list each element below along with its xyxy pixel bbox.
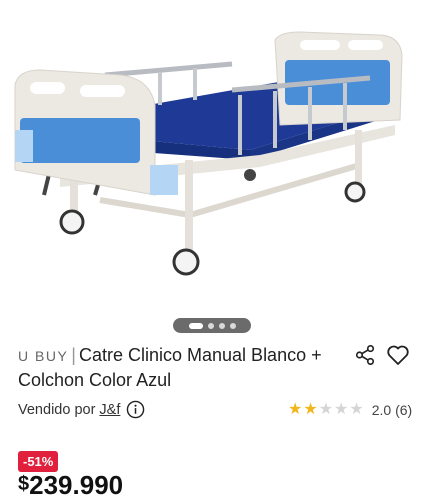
price-amount: 239.990	[29, 470, 124, 500]
star-icon: ★	[303, 401, 318, 418]
product-title: U BUY | Catre Clinico Manual Blanco + Colc…	[18, 343, 348, 392]
star-icon: ★	[288, 401, 303, 418]
heart-icon[interactable]	[386, 344, 410, 366]
seller-info: Vendido por J&f	[18, 400, 145, 419]
brand-separator: |	[71, 345, 76, 365]
rating-count: (6)	[395, 402, 413, 418]
carousel-dot[interactable]	[218, 322, 225, 329]
discount-badge: -51%	[18, 451, 59, 472]
star-rating: ★ ★ ★ ★ ★	[288, 402, 364, 418]
carousel-dot[interactable]	[207, 322, 214, 329]
info-icon[interactable]	[126, 400, 145, 419]
star-icon: ★	[334, 401, 349, 418]
currency-symbol: $	[18, 473, 30, 495]
carousel-dot[interactable]	[188, 322, 203, 329]
carousel-dot[interactable]	[229, 322, 236, 329]
rating[interactable]: ★ ★ ★ ★ ★ 2.0 (6)	[288, 402, 413, 419]
seller-link[interactable]: J&f	[99, 402, 120, 418]
brand-name[interactable]: U BUY	[18, 348, 68, 364]
carousel-indicator[interactable]	[173, 318, 251, 333]
product-image[interactable]	[0, 0, 426, 300]
star-icon: ★	[318, 401, 334, 418]
share-icon[interactable]	[354, 344, 376, 366]
rating-value: 2.0	[371, 402, 392, 418]
price: $239.990	[18, 470, 123, 500]
star-icon: ★	[349, 401, 364, 418]
seller-label: Vendido por	[18, 401, 96, 418]
